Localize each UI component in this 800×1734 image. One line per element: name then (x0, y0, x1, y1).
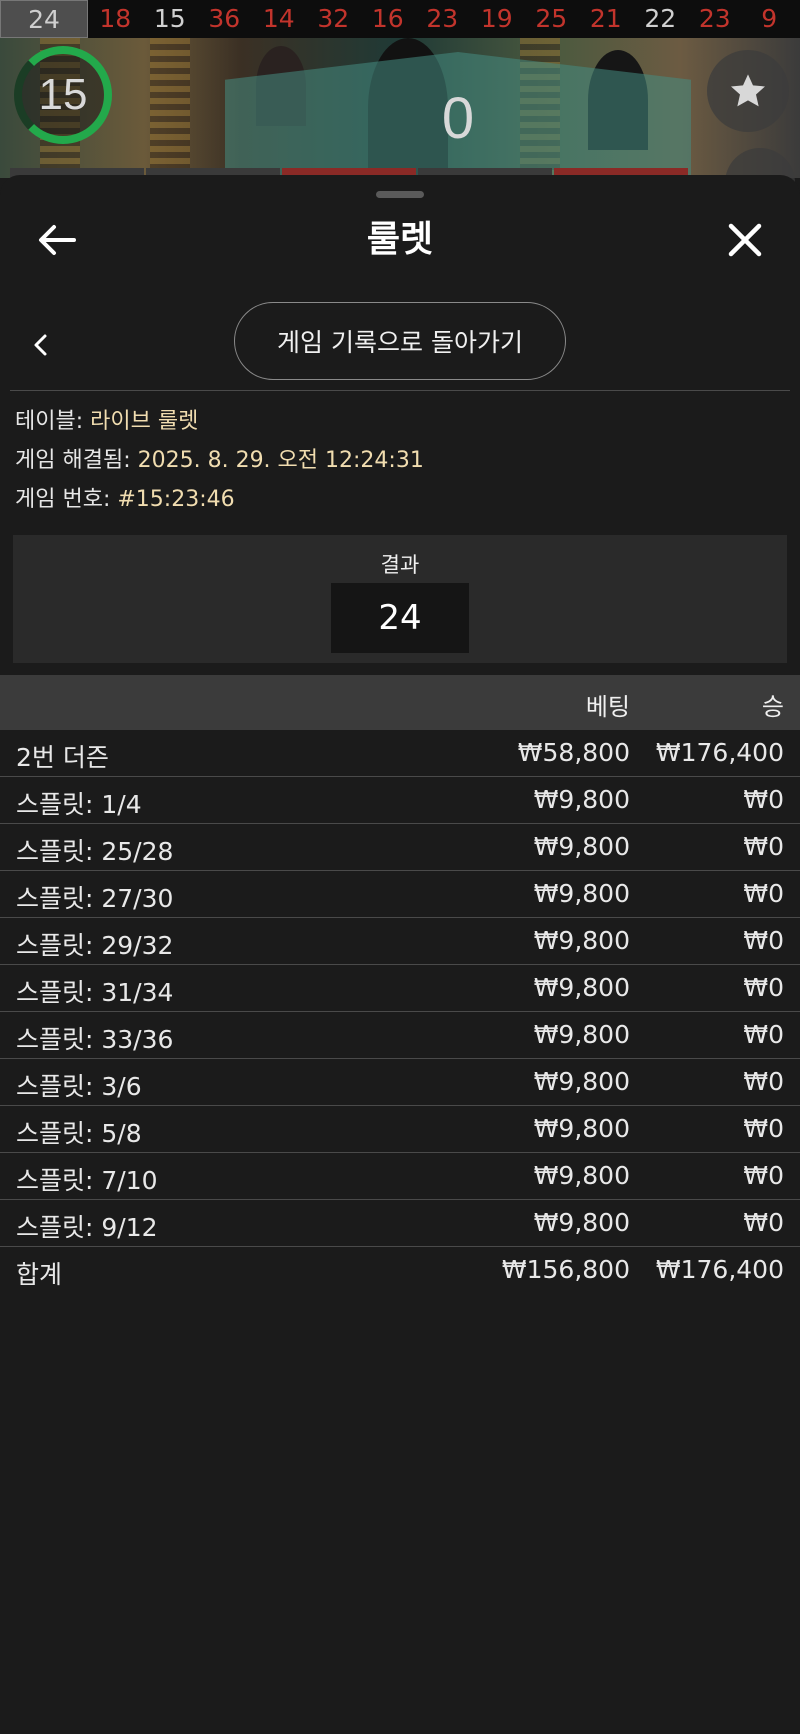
column-bet-header: 베팅 (585, 693, 630, 721)
table-row: 스플릿: 31/34 ₩9,800 ₩0 (0, 965, 800, 1012)
bet-name: 스플릿: 3/6 (16, 1072, 142, 1101)
history-number: 36 (208, 4, 241, 33)
table-row: 스플릿: 29/32 ₩9,800 ₩0 (0, 918, 800, 965)
bet-name: 스플릿: 5/8 (16, 1119, 142, 1148)
bet-name: 2번 더즌 (16, 743, 109, 772)
table-info: 테이블: 라이브 룰렛 (15, 407, 198, 437)
bet-name: 스플릿: 31/34 (16, 978, 174, 1007)
result-number: 24 (331, 583, 469, 653)
history-number: 19 (480, 4, 513, 33)
game-number-info: 게임 번호: #15:23:46 (15, 485, 235, 515)
bets-table-header: 베팅 승 (0, 675, 800, 730)
win-amount: ₩0 (743, 1208, 784, 1237)
total-bet-name: 합계 (16, 1260, 63, 1289)
bet-amount: ₩9,800 (533, 879, 630, 908)
bet-name: 스플릿: 25/28 (16, 837, 174, 866)
table-row: 스플릿: 9/12 ₩9,800 ₩0 (0, 1200, 800, 1247)
win-amount: ₩0 (743, 1161, 784, 1190)
history-number: 14 (262, 4, 295, 33)
win-amount: ₩0 (743, 1114, 784, 1143)
close-button[interactable] (722, 217, 768, 263)
column-win-header: 승 (761, 693, 784, 721)
history-number: 15 (153, 4, 186, 33)
bet-amount: ₩9,800 (533, 973, 630, 1002)
table-value: 라이브 룰렛 (90, 409, 199, 434)
close-icon (728, 223, 762, 257)
history-number: 23 (426, 4, 459, 33)
bet-name: 스플릿: 7/10 (16, 1166, 158, 1195)
table-row: 스플릿: 7/10 ₩9,800 ₩0 (0, 1153, 800, 1200)
background-decoration (150, 38, 190, 178)
back-to-history-button[interactable]: 게임 기록으로 돌아가기 (234, 302, 566, 380)
bet-amount: ₩58,800 (517, 738, 630, 767)
resolved-value: 2025. 8. 29. 오전 12:24:31 (137, 448, 424, 473)
win-amount: ₩0 (743, 1067, 784, 1096)
sheet-title: 룰렛 (366, 219, 434, 260)
result-panel: 결과 24 (13, 535, 787, 663)
table-row: 2번 더즌 ₩58,800 ₩176,400 (0, 730, 800, 777)
resolved-info: 게임 해결됨: 2025. 8. 29. 오전 12:24:31 (15, 446, 424, 476)
win-amount: ₩0 (743, 926, 784, 955)
game-number-value: #15:23:46 (117, 487, 235, 512)
history-number: 9 (761, 4, 778, 33)
history-number: 16 (371, 4, 404, 33)
bet-amount: ₩9,800 (533, 1114, 630, 1143)
total-row: 합계 ₩156,800 ₩176,400 (0, 1247, 800, 1294)
resolved-label: 게임 해결됨: (15, 448, 138, 473)
divider (10, 390, 790, 391)
bet-name: 스플릿: 1/4 (16, 790, 142, 819)
bets-table-body: 2번 더즌 ₩58,800 ₩176,400 스플릿: 1/4 ₩9,800 ₩0 스플릿:… (0, 730, 800, 1294)
history-number: 32 (317, 4, 350, 33)
bet-name: 스플릿: 9/12 (16, 1213, 158, 1242)
history-number: 24 (0, 0, 88, 38)
history-number: 21 (589, 4, 622, 33)
bet-name: 스플릿: 33/36 (16, 1025, 174, 1054)
table-row: 스플릿: 1/4 ₩9,800 ₩0 (0, 777, 800, 824)
bet-name: 스플릿: 29/32 (16, 931, 174, 960)
star-icon (731, 74, 765, 107)
bet-amount: ₩9,800 (533, 1020, 630, 1049)
chevron-left-icon (34, 334, 47, 356)
bet-amount: ₩9,800 (533, 785, 630, 814)
history-number: 22 (644, 4, 677, 33)
table-row: 스플릿: 33/36 ₩9,800 ₩0 (0, 1012, 800, 1059)
countdown-timer: 15 (14, 46, 112, 144)
bet-name: 스플릿: 27/30 (16, 884, 174, 913)
game-history-sheet: 룰렛 게임 기록으로 돌아가기 테이블: 라이브 룰렛 게임 해결됨: 2025… (0, 175, 800, 1734)
bet-amount: ₩9,800 (533, 926, 630, 955)
sheet-drag-handle[interactable] (376, 191, 424, 198)
timer-value: 15 (38, 70, 88, 119)
bet-amount: ₩9,800 (533, 832, 630, 861)
bet-amount: ₩9,800 (533, 1161, 630, 1190)
win-amount: ₩0 (743, 1020, 784, 1049)
table-row: 스플릿: 5/8 ₩9,800 ₩0 (0, 1106, 800, 1153)
zero-label: 0 (441, 85, 475, 151)
previous-game-button[interactable] (26, 327, 56, 363)
result-history-strip: 24 18 15 36 14 32 16 23 19 25 21 22 23 9 (0, 0, 800, 38)
table-row: 스플릿: 25/28 ₩9,800 ₩0 (0, 824, 800, 871)
win-amount: ₩176,400 (655, 738, 784, 767)
win-amount: ₩0 (743, 973, 784, 1002)
win-amount: ₩0 (743, 832, 784, 861)
table-label: 테이블: (15, 409, 91, 434)
game-number-label: 게임 번호: (15, 487, 118, 512)
favorite-button[interactable] (707, 50, 789, 132)
history-number: 23 (698, 4, 731, 33)
bet-amount: ₩9,800 (533, 1067, 630, 1096)
table-row: 스플릿: 27/30 ₩9,800 ₩0 (0, 871, 800, 918)
history-number: 18 (99, 4, 132, 33)
result-label: 결과 (380, 553, 420, 577)
bet-amount: ₩9,800 (533, 1208, 630, 1237)
total-win-amount: ₩176,400 (655, 1255, 784, 1284)
win-amount: ₩0 (743, 879, 784, 908)
total-bet-amount: ₩156,800 (501, 1255, 630, 1284)
table-row: 스플릿: 3/6 ₩9,800 ₩0 (0, 1059, 800, 1106)
win-amount: ₩0 (743, 785, 784, 814)
history-number: 25 (535, 4, 568, 33)
